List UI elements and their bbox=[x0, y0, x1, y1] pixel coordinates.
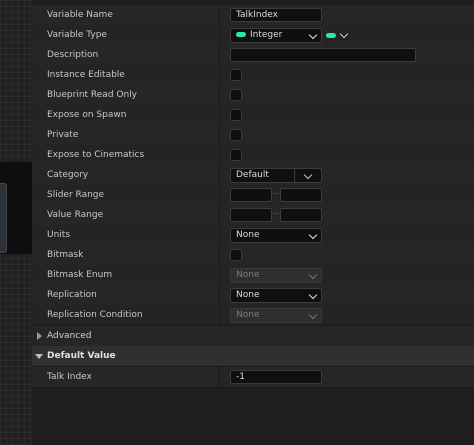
expand-arrow-icon bbox=[37, 332, 42, 340]
expose-to-cinematics-label: Expose to Cinematics bbox=[47, 150, 145, 160]
chevron-down-icon bbox=[308, 30, 318, 40]
talk-index-input[interactable]: -1 bbox=[230, 370, 322, 384]
column-divider bbox=[219, 165, 220, 185]
private-label: Private bbox=[47, 130, 79, 140]
bitmask-checkbox[interactable] bbox=[230, 249, 242, 261]
row-bitmask: Bitmask bbox=[32, 245, 474, 266]
column-divider bbox=[219, 65, 220, 85]
row-category: Category Default bbox=[32, 165, 474, 186]
variable-type-label: Variable Type bbox=[47, 30, 107, 40]
expose-to-cinematics-checkbox[interactable] bbox=[230, 149, 242, 161]
container-type-button[interactable] bbox=[326, 28, 350, 43]
category-dropdown-button[interactable] bbox=[294, 168, 322, 183]
chevron-down-icon bbox=[308, 310, 318, 320]
replication-condition-value: None bbox=[236, 310, 260, 320]
row-replication-condition: Replication Condition None bbox=[32, 305, 474, 326]
variable-name-label: Variable Name bbox=[47, 10, 113, 20]
column-divider bbox=[219, 125, 220, 145]
chevron-down-icon bbox=[308, 230, 318, 240]
expose-on-spawn-checkbox[interactable] bbox=[230, 109, 242, 121]
units-label: Units bbox=[47, 230, 71, 240]
column-divider bbox=[219, 145, 220, 165]
column-divider bbox=[219, 305, 220, 325]
units-combo[interactable]: None bbox=[230, 228, 322, 243]
advanced-section-label: Advanced bbox=[47, 331, 92, 341]
column-divider bbox=[219, 265, 220, 285]
private-checkbox[interactable] bbox=[230, 129, 242, 141]
default-value-section-label: Default Value bbox=[47, 351, 116, 361]
talk-index-label: Talk Index bbox=[47, 372, 92, 382]
row-private: Private bbox=[32, 125, 474, 146]
column-divider bbox=[219, 105, 220, 125]
variable-type-combo[interactable]: Integer bbox=[230, 28, 322, 43]
row-expose-to-cinematics: Expose to Cinematics bbox=[32, 145, 474, 166]
replication-label: Replication bbox=[47, 290, 97, 300]
row-expose-on-spawn: Expose on Spawn bbox=[32, 105, 474, 126]
section-default-value[interactable]: Default Value bbox=[32, 346, 474, 367]
instance-editable-label: Instance Editable bbox=[47, 70, 125, 80]
replication-condition-label: Replication Condition bbox=[47, 310, 143, 320]
expose-on-spawn-label: Expose on Spawn bbox=[47, 110, 127, 120]
replication-value: None bbox=[236, 290, 260, 300]
side-panel-tab[interactable] bbox=[0, 183, 7, 253]
row-units: Units None bbox=[32, 225, 474, 246]
description-label: Description bbox=[47, 50, 99, 60]
row-slider-range: Slider Range ... bbox=[32, 185, 474, 206]
row-talk-index: Talk Index -1 bbox=[32, 367, 474, 388]
variable-name-input[interactable]: TalkIndex bbox=[230, 8, 322, 22]
description-input[interactable] bbox=[230, 48, 416, 62]
pill-icon bbox=[326, 33, 336, 38]
replication-combo[interactable]: None bbox=[230, 288, 322, 303]
column-divider bbox=[219, 205, 220, 225]
column-divider bbox=[219, 185, 220, 205]
bitmask-enum-combo: None bbox=[230, 268, 322, 283]
value-range-label: Value Range bbox=[47, 210, 104, 220]
variable-type-value: Integer bbox=[250, 30, 283, 40]
chevron-down-icon bbox=[303, 170, 313, 180]
range-separator: ... bbox=[273, 208, 280, 216]
column-divider bbox=[219, 245, 220, 265]
column-divider bbox=[219, 25, 220, 45]
section-advanced[interactable]: Advanced bbox=[32, 326, 474, 347]
row-instance-editable: Instance Editable bbox=[32, 65, 474, 86]
row-variable-type: Variable Type Integer bbox=[32, 25, 474, 46]
pill-icon bbox=[236, 32, 246, 37]
blueprint-read-only-checkbox[interactable] bbox=[230, 89, 242, 101]
blueprint-read-only-label: Blueprint Read Only bbox=[47, 90, 138, 100]
column-divider bbox=[219, 285, 220, 305]
bitmask-enum-label: Bitmask Enum bbox=[47, 270, 113, 280]
row-blueprint-read-only: Blueprint Read Only bbox=[32, 85, 474, 106]
row-variable-name: Variable Name TalkIndex bbox=[32, 5, 474, 26]
units-value: None bbox=[236, 230, 260, 240]
collapse-arrow-icon bbox=[35, 354, 43, 359]
value-range-min-input[interactable] bbox=[230, 208, 272, 222]
slider-range-label: Slider Range bbox=[47, 190, 105, 200]
row-bitmask-enum: Bitmask Enum None bbox=[32, 265, 474, 286]
bitmask-label: Bitmask bbox=[47, 250, 84, 260]
value-range-max-input[interactable] bbox=[280, 208, 322, 222]
row-description: Description bbox=[32, 45, 474, 66]
chevron-down-icon bbox=[339, 29, 349, 39]
row-replication: Replication None bbox=[32, 285, 474, 306]
range-separator: ... bbox=[273, 188, 280, 196]
chevron-down-icon bbox=[308, 270, 318, 280]
column-divider bbox=[219, 225, 220, 245]
instance-editable-checkbox[interactable] bbox=[230, 69, 242, 81]
replication-condition-combo: None bbox=[230, 308, 322, 323]
details-panel: Variable Name TalkIndex Variable Type In… bbox=[32, 0, 474, 445]
column-divider bbox=[219, 45, 220, 65]
bitmask-enum-value: None bbox=[236, 270, 260, 280]
row-value-range: Value Range ... bbox=[32, 205, 474, 226]
slider-range-min-input[interactable] bbox=[230, 188, 272, 202]
graph-canvas-edge bbox=[0, 0, 32, 445]
category-value: Default bbox=[236, 170, 269, 180]
chevron-down-icon bbox=[308, 290, 318, 300]
category-label: Category bbox=[47, 170, 89, 180]
column-divider bbox=[219, 5, 220, 25]
slider-range-max-input[interactable] bbox=[280, 188, 322, 202]
column-divider bbox=[219, 367, 220, 387]
column-divider bbox=[219, 85, 220, 105]
